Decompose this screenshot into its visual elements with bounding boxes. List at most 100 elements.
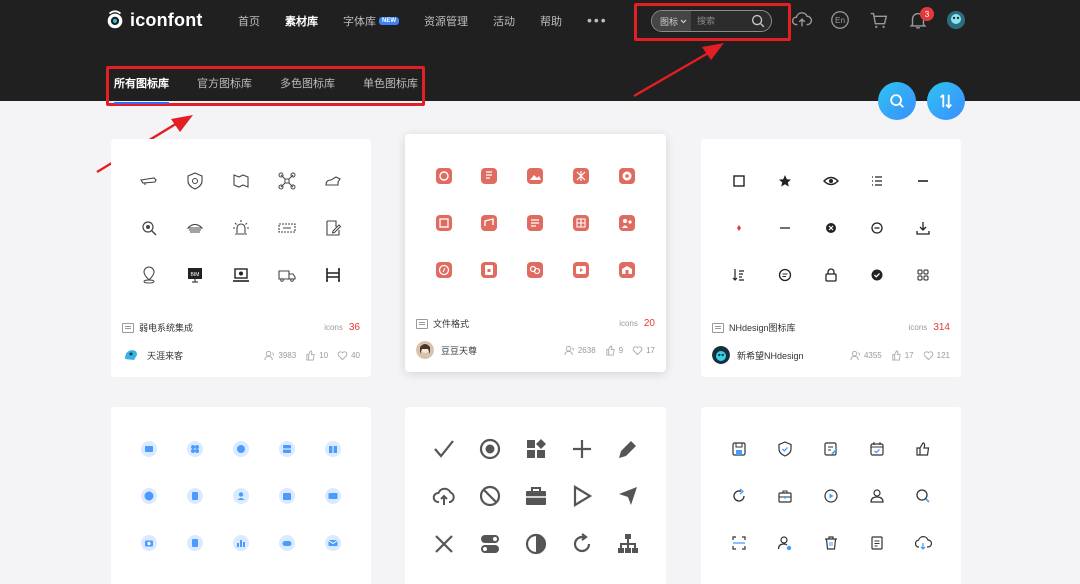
shield-check-icon: [775, 439, 795, 459]
nav-home[interactable]: 首页: [238, 13, 260, 29]
favorites-count: 40: [351, 350, 360, 360]
gate-barrier-icon: [323, 265, 343, 285]
play-icon: [570, 484, 594, 508]
tab-all-libraries[interactable]: 所有图标库: [114, 75, 169, 104]
icon-library-card[interactable]: [701, 407, 961, 584]
library-info: 文件格式 icons 20: [416, 317, 655, 330]
nav-resources[interactable]: 资源管理: [424, 13, 468, 29]
favorites-stat[interactable]: 17: [632, 345, 655, 356]
nav-help[interactable]: 帮助: [540, 13, 562, 29]
logo-mark-icon: [107, 10, 123, 29]
file-code-icon: [434, 260, 454, 280]
heart-icon: [337, 350, 348, 360]
icon-library-card[interactable]: [111, 407, 371, 584]
library-name[interactable]: NHdesign图标库: [729, 321, 796, 334]
note-icon: [867, 533, 887, 553]
tab-official-libraries[interactable]: 官方图标库: [197, 75, 252, 99]
avatar[interactable]: [122, 346, 140, 364]
avatar[interactable]: [712, 346, 730, 364]
close-icon: [432, 532, 456, 556]
logo[interactable]: iconfont: [104, 9, 203, 31]
tab-multicolor-libraries[interactable]: 多色图标库: [280, 75, 335, 99]
author-name[interactable]: 天涯来客: [147, 349, 183, 362]
search-icon[interactable]: [749, 12, 767, 30]
library-info: 弱电系统集成 icons 36: [122, 321, 360, 334]
diamond-red-icon: [729, 218, 749, 238]
library-author-stats: 新希望NHdesign 4355 17 121: [712, 346, 950, 364]
file-pdf-icon: [525, 213, 545, 233]
drone-icon: [277, 171, 297, 191]
fan-icon: [185, 439, 205, 459]
floating-search-button[interactable]: [878, 82, 916, 120]
favorites-stat[interactable]: 121: [923, 350, 950, 361]
lock-icon: [821, 265, 841, 285]
search-icon: [913, 486, 933, 506]
upload-icon[interactable]: [791, 9, 813, 31]
icon-library-card[interactable]: BIM 弱电系统集成 icons 36 天涯来客 3983 10 40: [111, 139, 371, 377]
document-icon: [185, 533, 205, 553]
compass-icon: [616, 484, 640, 508]
icon-library-card[interactable]: [405, 407, 666, 584]
cloud-camera-icon: [323, 171, 343, 191]
likes-stat[interactable]: 9: [605, 344, 623, 356]
author-name[interactable]: 新希望NHdesign: [737, 349, 804, 362]
tab-monochrome-libraries[interactable]: 单色图标库: [363, 75, 418, 99]
more-menu-button[interactable]: •••: [587, 12, 608, 28]
sort-icon: [939, 94, 953, 109]
search-type-select[interactable]: 图标: [652, 11, 692, 31]
map-icon: [231, 171, 251, 191]
file-image-icon: [525, 166, 545, 186]
heart-icon: [632, 345, 643, 355]
users-icon: [564, 345, 574, 355]
likes-stat[interactable]: 10: [305, 349, 329, 361]
avatar[interactable]: [946, 10, 966, 30]
library-author-stats: 天涯来客 3983 10 40: [122, 346, 360, 364]
likes-count: 10: [319, 350, 329, 360]
grid-icon: [913, 265, 933, 285]
checkmark-icon: [432, 437, 456, 461]
minus-circle-icon: [867, 218, 887, 238]
user-icon: [867, 486, 887, 506]
cart-icon[interactable]: [868, 9, 890, 31]
sort-descending-icon: [729, 265, 749, 285]
avatar[interactable]: [416, 341, 434, 359]
logo-text: iconfont: [130, 9, 203, 30]
library-name[interactable]: 文件格式: [433, 317, 469, 330]
likes-stat[interactable]: 17: [891, 349, 914, 361]
floating-sort-button[interactable]: [927, 82, 965, 120]
chat-icon: [775, 265, 795, 285]
lang-label: En: [835, 16, 846, 25]
magnifier-icon: [139, 218, 159, 238]
sitemap-icon: [616, 532, 640, 556]
plus-icon: [570, 437, 594, 461]
nav-events[interactable]: 活动: [493, 13, 515, 29]
eye-icon: [821, 171, 841, 191]
author-name[interactable]: 豆豆天尊: [441, 344, 477, 357]
refresh-icon: [729, 486, 749, 506]
icon-count: 36: [348, 322, 360, 333]
nav-materials[interactable]: 素材库: [285, 13, 318, 29]
toolbox-icon: [775, 486, 795, 506]
nav-label: 素材库: [285, 16, 318, 28]
license-plate-icon: [277, 218, 297, 238]
icon-library-card[interactable]: NHdesign图标库 icons 314 新希望NHdesign 4355 1…: [701, 139, 961, 377]
favorites-stat[interactable]: 40: [337, 350, 360, 361]
folder-icon: [416, 318, 428, 329]
close-circle-icon: [821, 218, 841, 238]
icon-count: 20: [643, 318, 655, 329]
block-icon: [478, 484, 502, 508]
star-icon: [775, 171, 795, 191]
folder-icon: [712, 322, 724, 333]
lang-icon[interactable]: En: [829, 9, 851, 31]
nav-label: 活动: [493, 16, 515, 28]
library-name[interactable]: 弱电系统集成: [139, 321, 193, 334]
search-input[interactable]: [691, 16, 749, 26]
bim-monitor-icon: BIM: [185, 265, 205, 285]
thumbs-up-icon: [306, 349, 315, 361]
location-pin-icon: [139, 265, 159, 285]
heart-icon: [923, 350, 933, 360]
cctv-camera-icon: [139, 171, 159, 191]
nav-fonts[interactable]: 字体库 NEW: [343, 13, 399, 29]
shield-icon: [185, 171, 205, 191]
icon-library-card[interactable]: 文件格式 icons 20 豆豆天尊 2638 9 17: [405, 134, 666, 372]
